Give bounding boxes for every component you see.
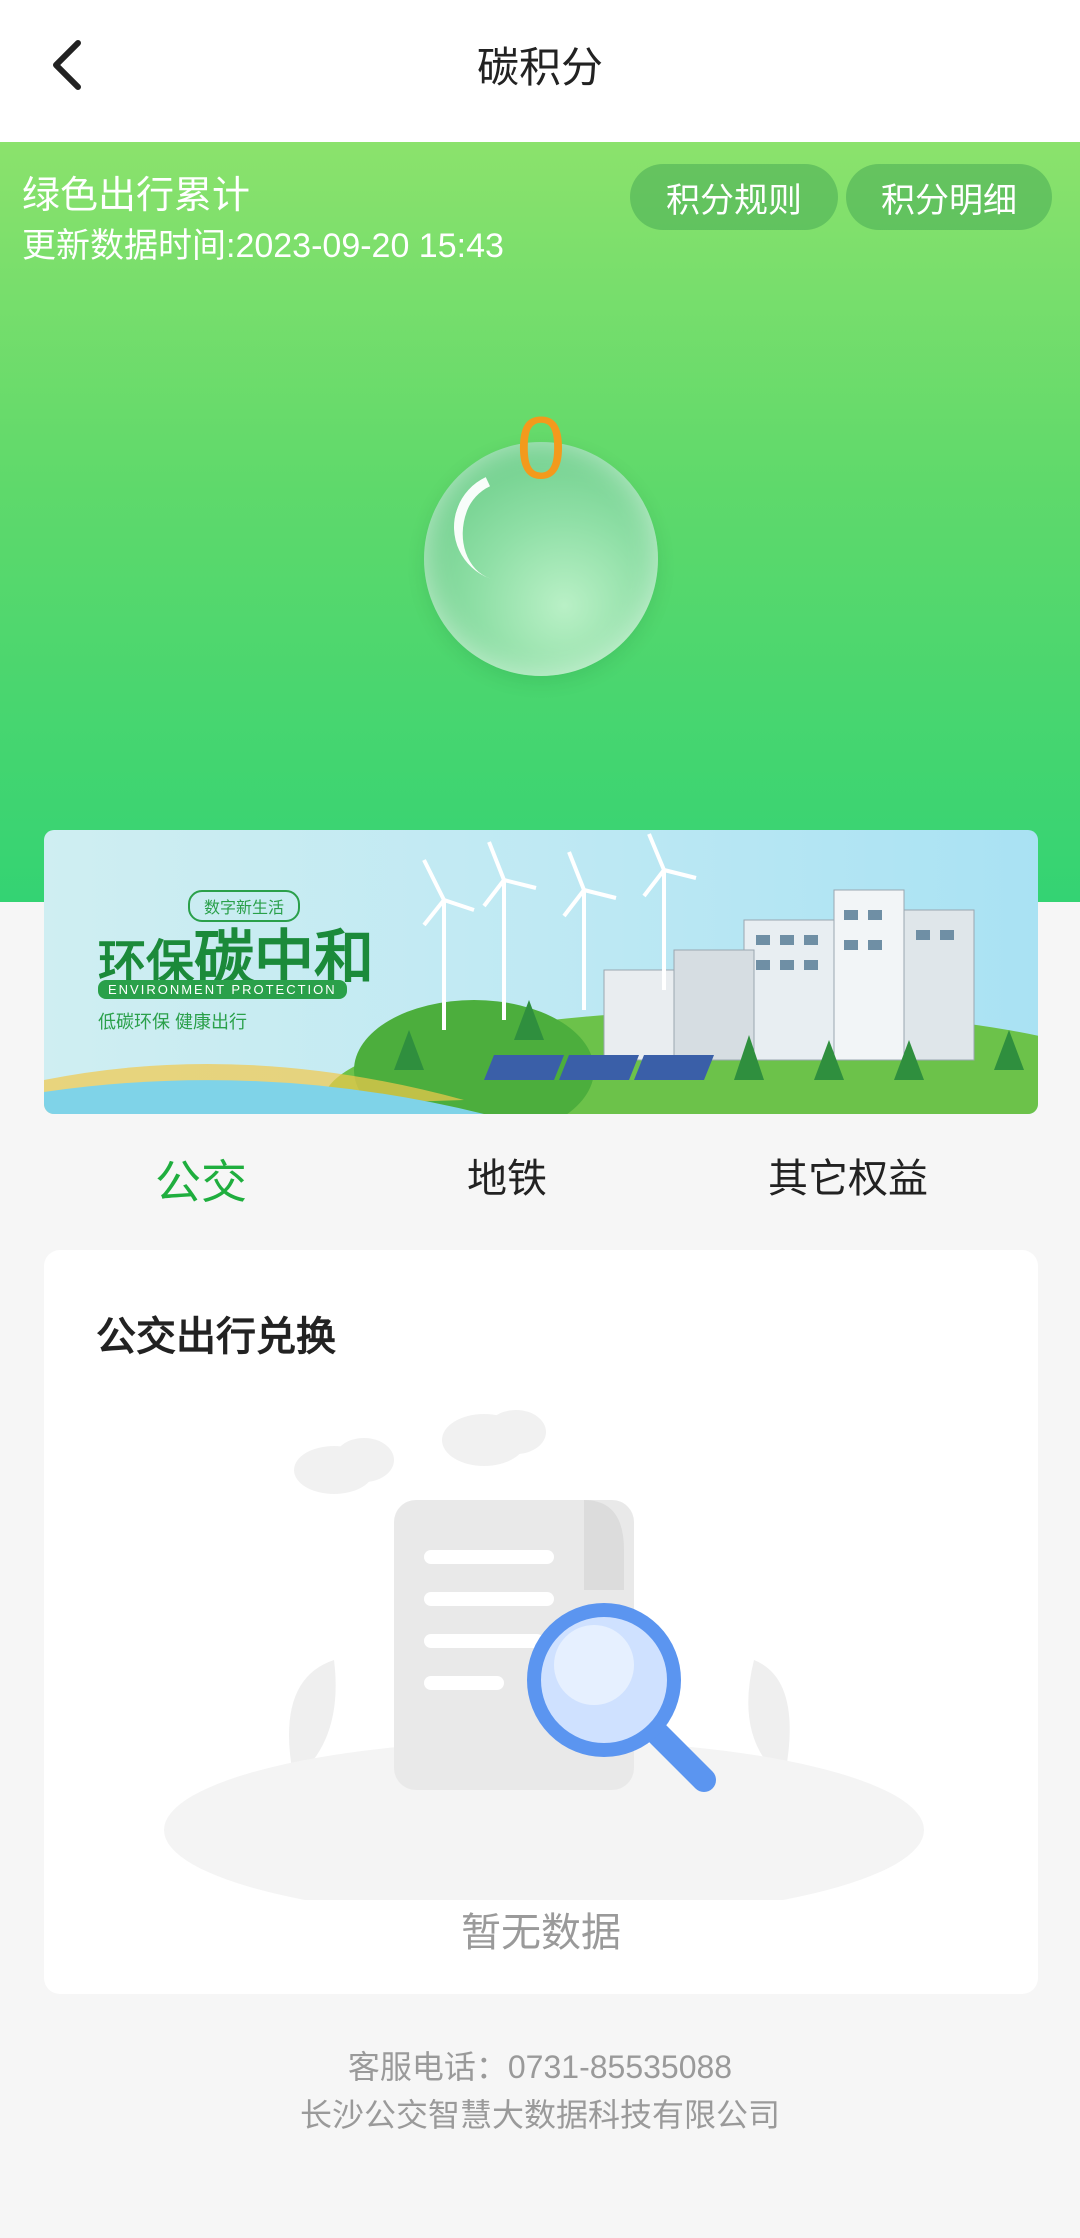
document-search-icon bbox=[164, 1410, 924, 1900]
tab-other-benefits[interactable]: 其它权益 bbox=[768, 1146, 928, 1204]
tab-metro[interactable]: 地铁 bbox=[467, 1146, 547, 1204]
points-value: 0 bbox=[516, 398, 566, 497]
page: 碳积分 绿色出行累计 更新数据时间:2023-09-20 15:43 积分规则 … bbox=[0, 0, 1080, 2238]
points-rules-button[interactable]: 积分规则 bbox=[630, 164, 838, 230]
customer-service-phone[interactable]: 客服电话：0731-85535088 bbox=[0, 2042, 1080, 2088]
hero-title: 绿色出行累计 bbox=[22, 175, 251, 217]
card-title: 公交出行兑换 bbox=[96, 1315, 336, 1359]
banner-subtitle-en: ENVIRONMENT PROTECTION bbox=[98, 980, 347, 999]
points-hero: 绿色出行累计 更新数据时间:2023-09-20 15:43 积分规则 积分明细… bbox=[0, 142, 1080, 902]
update-time: 更新数据时间:2023-09-20 15:43 bbox=[22, 227, 504, 265]
page-title: 碳积分 bbox=[476, 44, 603, 91]
exchange-card: 公交出行兑换 暂无数据 bbox=[44, 1250, 1038, 1994]
top-bar: 碳积分 bbox=[0, 0, 1080, 142]
company-name: 长沙公交智慧大数据科技有限公司 bbox=[299, 2097, 780, 2133]
banner-subtitle-cn: 低碳环保 健康出行 bbox=[98, 1012, 248, 1032]
tab-bus[interactable]: 公交 bbox=[155, 1146, 247, 1212]
promo-banner[interactable]: 数字新生活 环保碳中和 ENVIRONMENT PROTECTION 低碳环保 … bbox=[44, 830, 1038, 1114]
empty-state-text: 暂无数据 bbox=[461, 1911, 621, 1955]
points-detail-button[interactable]: 积分明细 bbox=[846, 164, 1052, 230]
